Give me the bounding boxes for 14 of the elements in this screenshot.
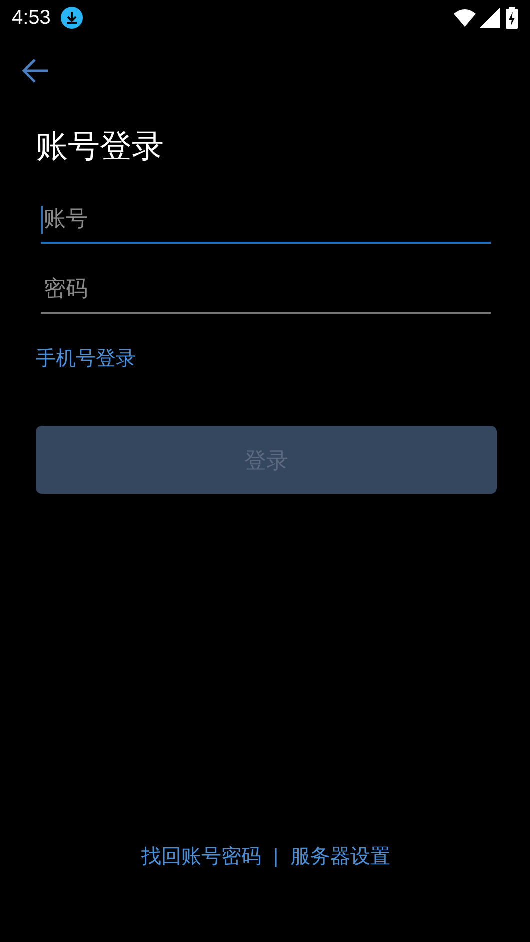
status-time: 4:53 <box>12 6 51 31</box>
signal-icon <box>480 8 500 28</box>
page-title: 账号登录 <box>36 127 165 166</box>
separator: | <box>273 845 279 870</box>
text-cursor <box>41 206 43 234</box>
input-field[interactable]: 账号 <box>41 196 491 244</box>
footer-link[interactable]: 找回账号密码 <box>141 842 262 872</box>
download-icon <box>60 7 83 29</box>
phone-login-link[interactable]: 手机号登录 <box>36 348 136 370</box>
footer-link[interactable]: 服务器设置 <box>290 842 391 872</box>
battery-icon <box>506 7 518 29</box>
wifi-icon <box>454 9 476 27</box>
back-arrow-icon[interactable] <box>22 58 50 84</box>
input-field[interactable]: 密码 <box>41 266 491 314</box>
